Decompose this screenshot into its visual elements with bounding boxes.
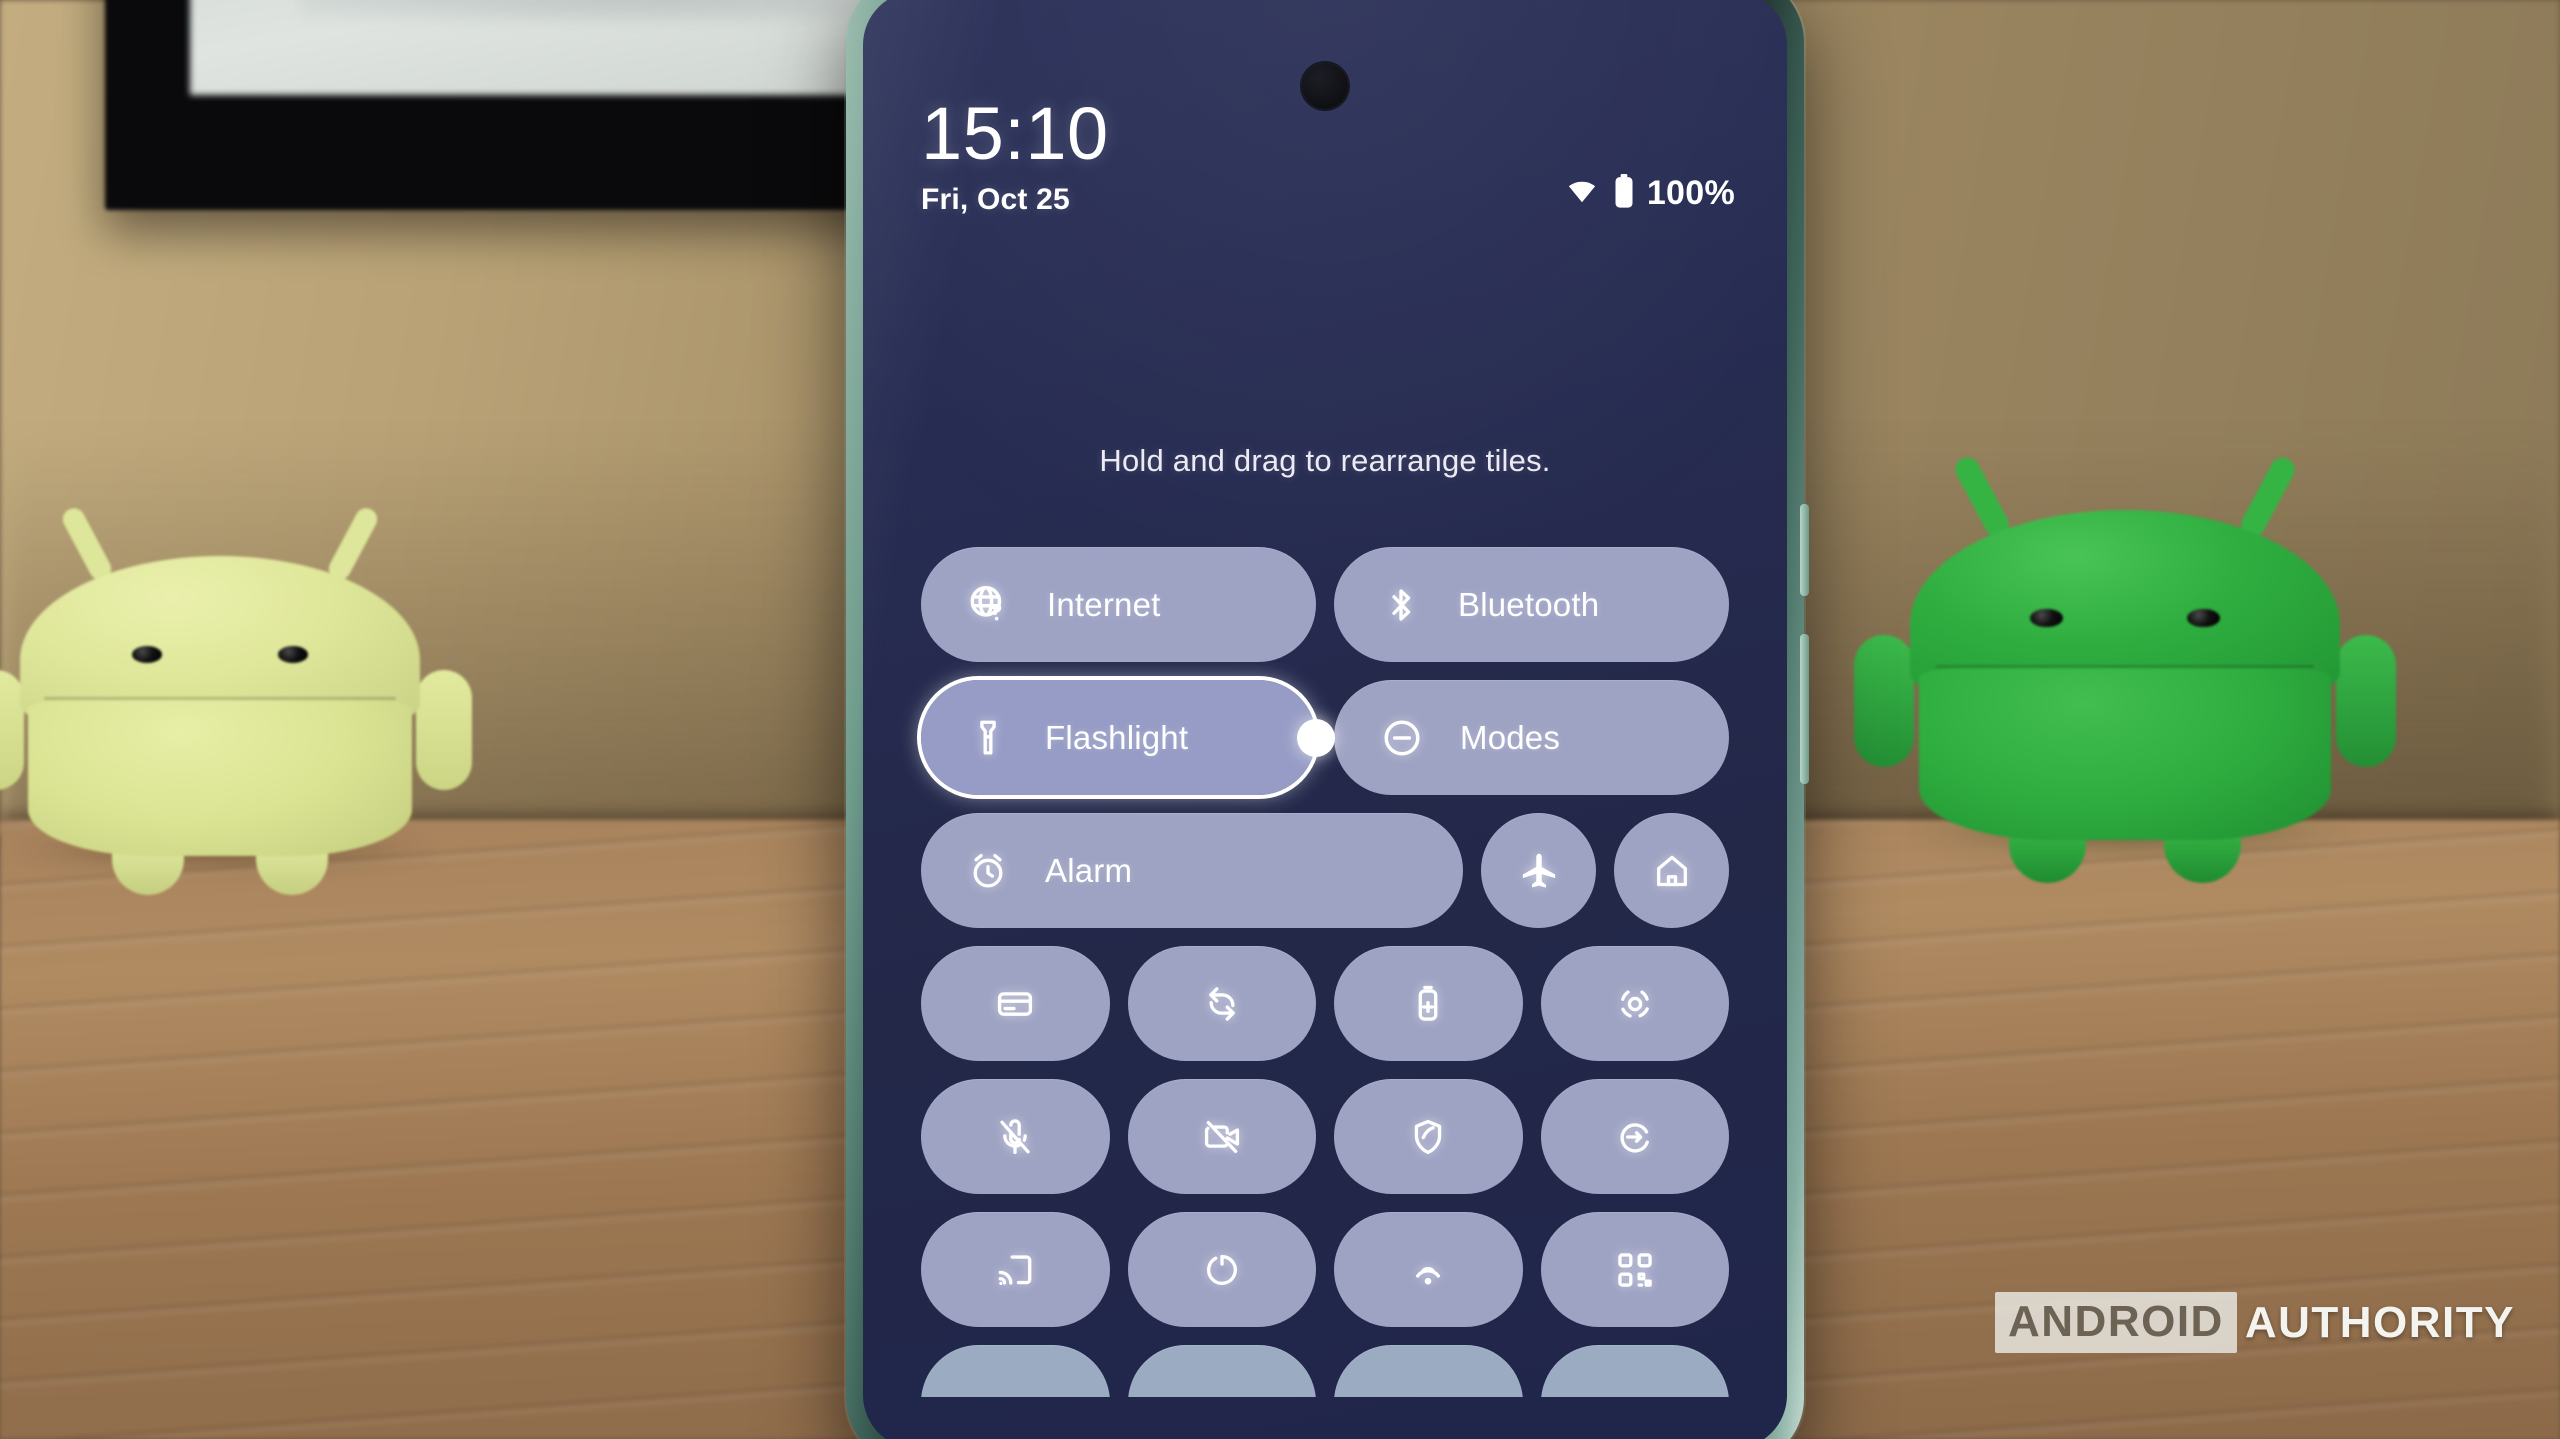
tile-row: Alarm: [921, 813, 1729, 928]
alarm-clock-icon: [967, 850, 1009, 892]
smartphone-device: 15:10 Fri, Oct 25 100% Hold and drag to …: [846, 0, 1809, 1439]
quick-settings-tile-grid: Internet Bluetooth Flashlight Modes Alarm: [921, 547, 1729, 1397]
quick-tile-label: Alarm: [1045, 851, 1133, 889]
battery-plus-icon: [1407, 983, 1449, 1025]
quick-tile-label: Internet: [1047, 585, 1161, 623]
quick-tile-safety-check[interactable]: [1334, 1079, 1523, 1194]
arm-left: [1854, 635, 1915, 768]
quick-tile-mic-access[interactable]: [921, 1079, 1110, 1194]
wifi-icon: [1563, 176, 1601, 211]
watermark: ANDROID AUTHORITY: [1995, 1292, 2515, 1353]
quick-tile-bluetooth[interactable]: Bluetooth: [1334, 547, 1729, 662]
quick-tile-label: Bluetooth: [1458, 585, 1600, 623]
power-button[interactable]: [1800, 504, 1809, 596]
quick-tile-battery-saver[interactable]: [1334, 946, 1523, 1061]
quick-tile-cast[interactable]: [921, 1212, 1110, 1327]
tile-row: [921, 1345, 1729, 1397]
quick-tile-label: Modes: [1460, 718, 1561, 756]
arm-right: [2335, 635, 2396, 768]
auto-rotate-icon: [1201, 983, 1243, 1025]
shield-icon: [1407, 1116, 1449, 1158]
quick-tile-row7-tile-2[interactable]: [1127, 1345, 1316, 1397]
quick-tile-home[interactable]: [1614, 813, 1729, 928]
quick-tile-data-saver[interactable]: [1540, 1079, 1729, 1194]
android-figurine-pale-green: [0, 504, 472, 895]
watermark-brand-text: AUTHORITY: [2244, 1297, 2515, 1347]
android-figurine-green: [1854, 453, 2396, 883]
status-icons: 100%: [1563, 174, 1735, 213]
record-loop-icon: [1201, 1249, 1243, 1291]
credit-card-icon: [994, 983, 1036, 1025]
eye-left: [2030, 609, 2063, 628]
qr-code-icon: [1614, 1249, 1656, 1291]
clock-time: 15:10: [921, 92, 1109, 175]
quick-tile-alarm[interactable]: Alarm: [921, 813, 1463, 928]
bluetooth-icon: [1380, 584, 1422, 626]
cast-icon: [994, 1249, 1036, 1291]
phone-screen: 15:10 Fri, Oct 25 100% Hold and drag to …: [863, 0, 1787, 1439]
tile-row: [921, 946, 1729, 1061]
volume-rocker[interactable]: [1800, 634, 1809, 784]
data-saver-icon: [1614, 1116, 1656, 1158]
lockscreen-clock: 15:10 Fri, Oct 25: [921, 92, 1109, 217]
clock-date: Fri, Oct 25: [921, 183, 1070, 217]
rearrange-hint-text: Hold and drag to rearrange tiles.: [1099, 443, 1551, 478]
flashlight-icon: [967, 717, 1009, 759]
quick-tile-hotspot[interactable]: [1334, 1212, 1523, 1327]
body: [28, 700, 412, 856]
status-bar: 15:10 Fri, Oct 25 100%: [863, 92, 1787, 217]
camera-off-icon: [1201, 1116, 1243, 1158]
tile-row: Internet Bluetooth: [921, 547, 1729, 662]
eye-left: [132, 646, 162, 663]
airplane-icon: [1517, 849, 1561, 893]
quick-tile-auto-rotate[interactable]: [1127, 946, 1316, 1061]
location-target-icon: [1614, 983, 1656, 1025]
hotspot-icon: [1407, 1249, 1449, 1291]
battery-full-icon: [1613, 174, 1635, 213]
tile-row: [921, 1212, 1729, 1327]
quick-tile-location[interactable]: [1540, 946, 1729, 1061]
mic-off-icon: [994, 1116, 1036, 1158]
watermark-brand-box: ANDROID: [1995, 1292, 2237, 1353]
head-seam: [44, 697, 396, 700]
quick-tile-internet[interactable]: Internet: [921, 547, 1316, 662]
battery-percent-label: 100%: [1646, 174, 1735, 212]
quick-tile-row7-tile-3[interactable]: [1334, 1345, 1523, 1397]
quick-tile-qr-scanner[interactable]: [1540, 1212, 1729, 1327]
eye-right: [2187, 609, 2220, 628]
tile-row: Flashlight Modes: [921, 680, 1729, 795]
arm-right: [416, 670, 472, 790]
eye-right: [278, 646, 308, 663]
head-seam: [1935, 665, 2315, 669]
tile-drag-handle[interactable]: [1297, 718, 1335, 757]
quick-tile-screen-record[interactable]: [1127, 1212, 1316, 1327]
quick-tile-modes[interactable]: Modes: [1334, 680, 1729, 795]
globe-question-icon: [967, 583, 1011, 627]
quick-tile-row7-tile-4[interactable]: [1540, 1345, 1729, 1397]
home-icon: [1651, 850, 1693, 892]
quick-tile-wallet[interactable]: [921, 946, 1110, 1061]
body: [1918, 668, 2332, 840]
quick-tile-camera-access[interactable]: [1127, 1079, 1316, 1194]
quick-tile-label: Flashlight: [1045, 718, 1189, 756]
quick-tile-airplane-mode[interactable]: [1481, 813, 1596, 928]
tile-row: [921, 1079, 1729, 1194]
quick-tile-row7-tile-1[interactable]: [921, 1345, 1110, 1397]
quick-tile-flashlight[interactable]: Flashlight: [921, 680, 1335, 795]
do-not-disturb-icon: [1380, 716, 1424, 760]
